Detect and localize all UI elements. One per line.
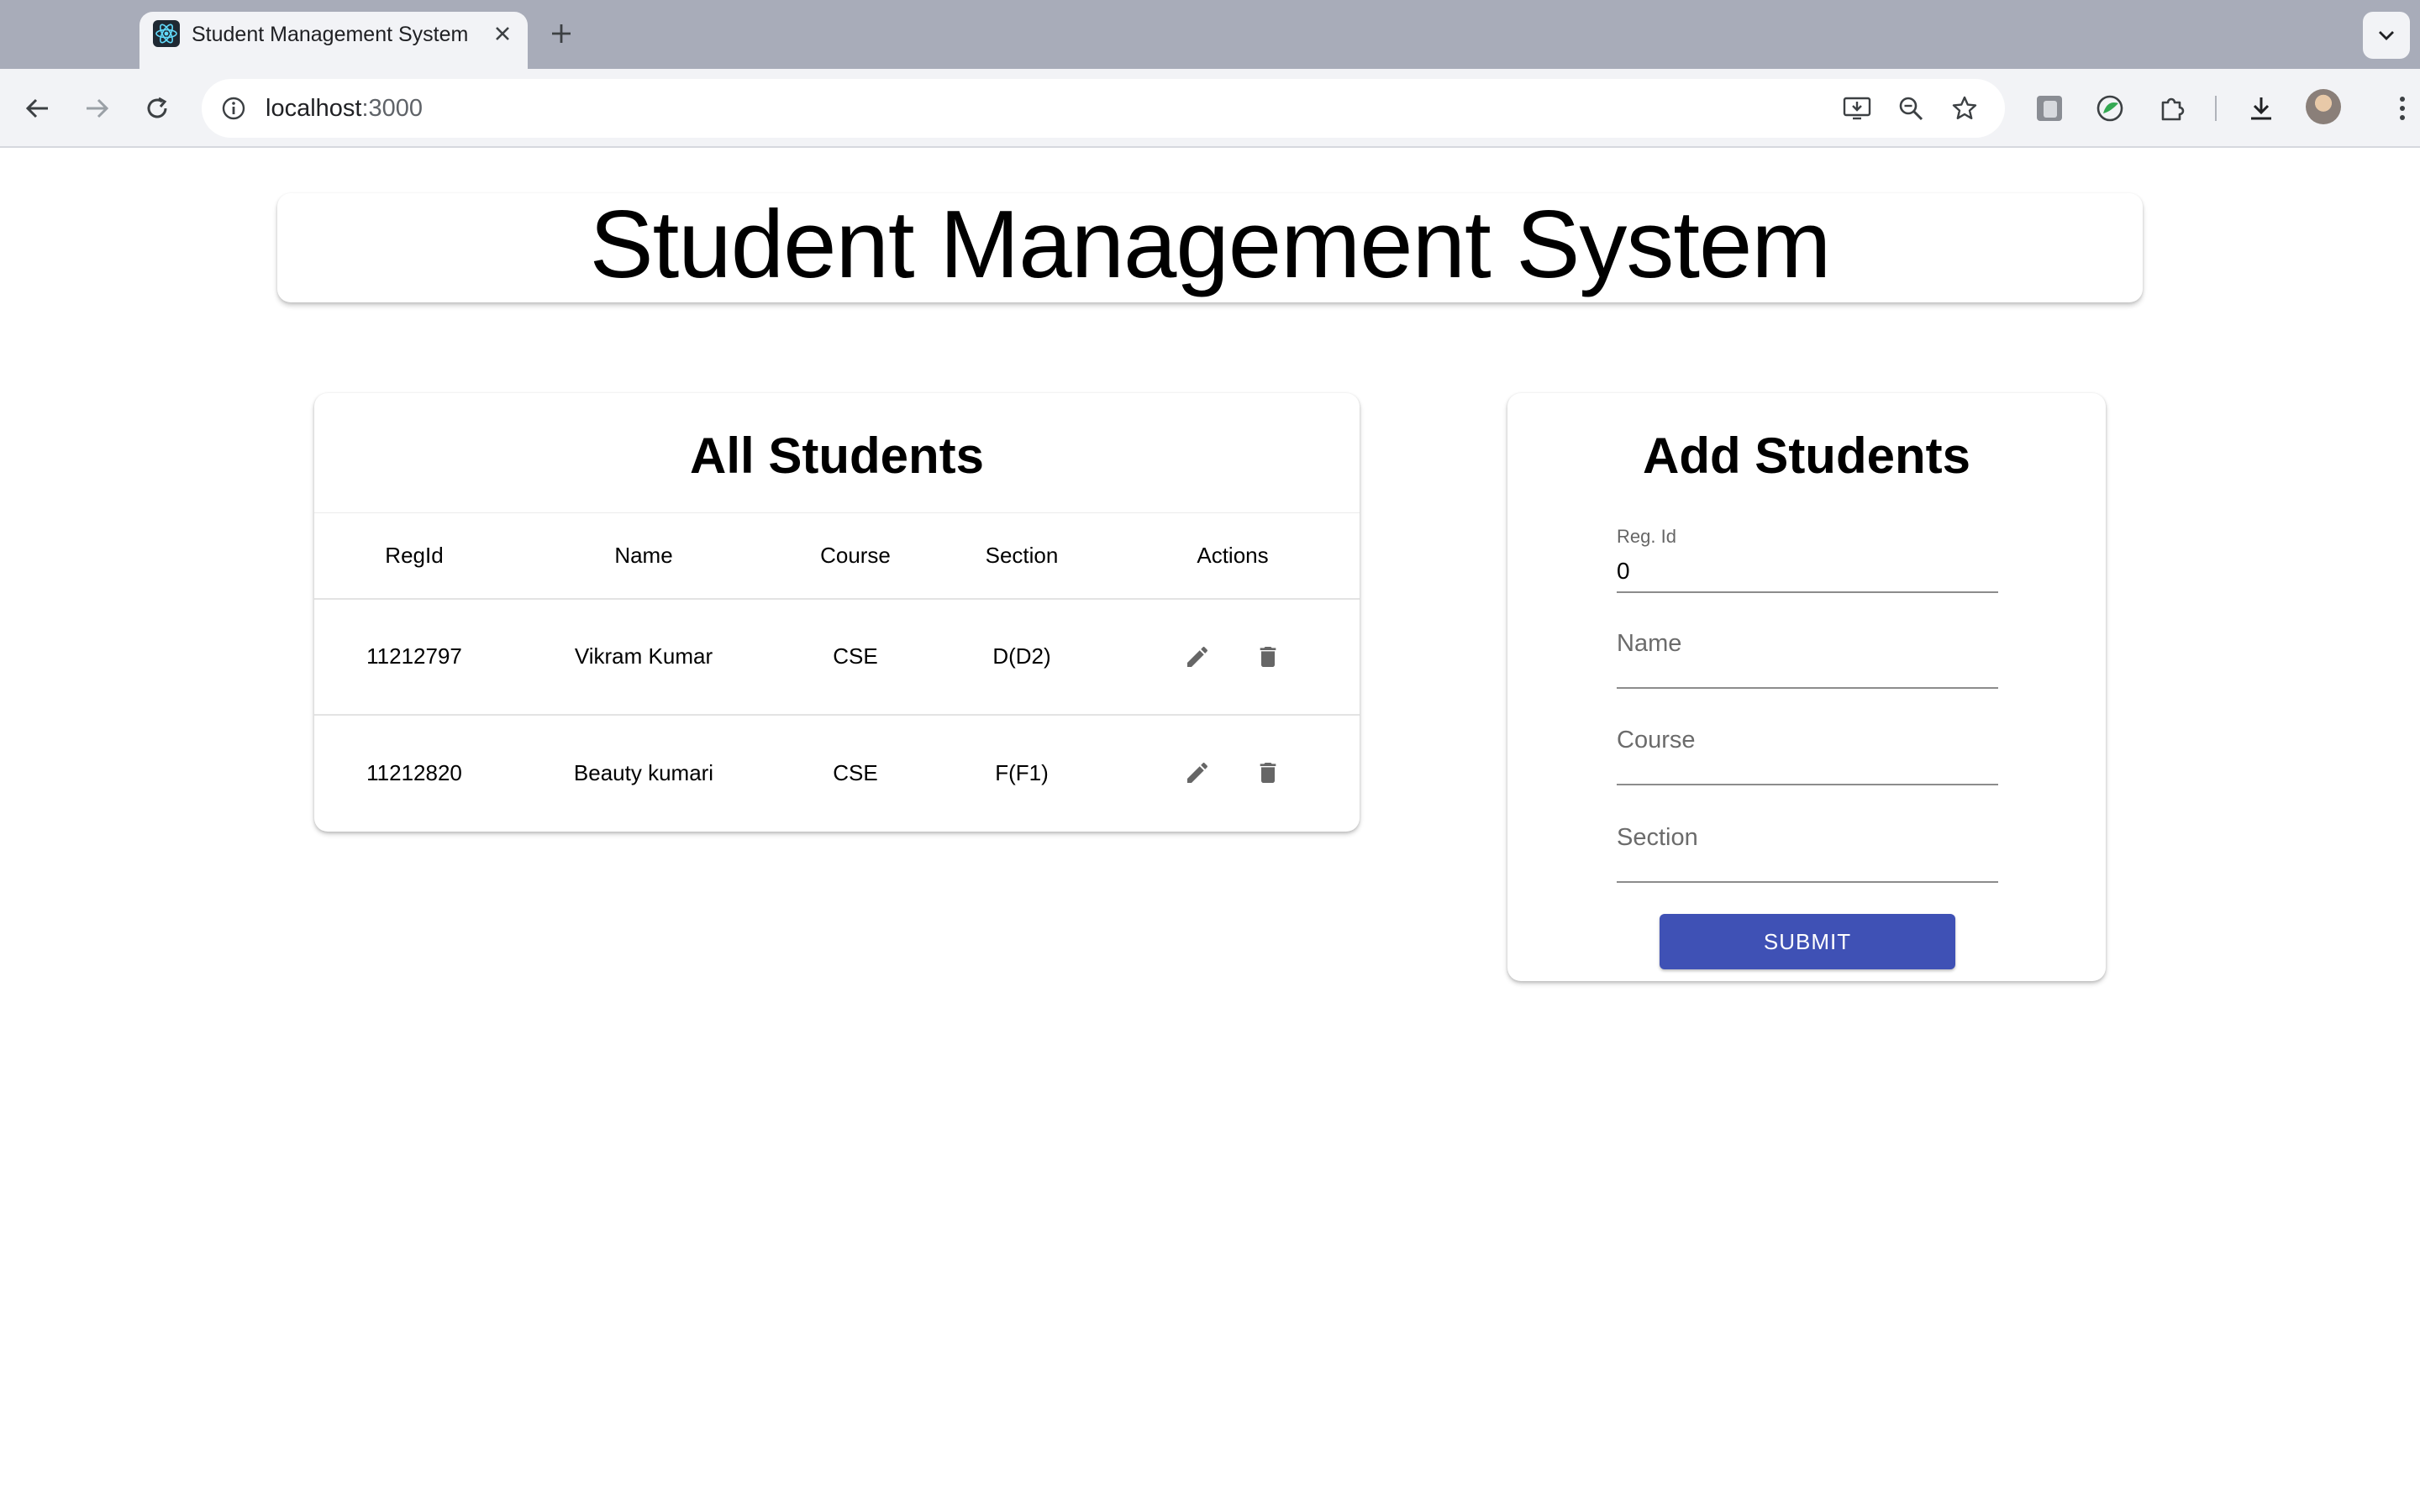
section-input[interactable]: Section [1617,824,1698,852]
address-bar[interactable]: localhost:3000 [202,79,2005,138]
reg-id-label: Reg. Id [1617,526,1676,547]
all-students-heading: All Students [689,428,984,484]
forward-arrow-icon[interactable] [76,87,118,129]
cell-section: D(D2) [938,598,1106,716]
name-input[interactable]: Name [1617,630,1681,658]
column-header-regid: RegId [314,512,514,600]
toolbar-separator [2215,96,2217,121]
column-header-name: Name [514,512,773,600]
kebab-menu-icon[interactable] [2381,87,2420,129]
url-host: localhost [266,95,362,122]
cell-course: CSE [773,598,938,716]
students-table: RegId Name Course Section Actions 112127… [314,512,1360,831]
cell-course: CSE [833,759,878,785]
browser-toolbar: localhost:3000 [0,69,2420,148]
plus-icon[interactable] [543,15,580,52]
reg-id-input[interactable]: 0 [1617,558,1630,585]
extension-1-icon[interactable] [2028,87,2070,129]
course-field[interactable]: Course [1617,718,1998,785]
cell-name: Beauty kumari [573,759,714,785]
extension-2-icon[interactable] [2089,87,2131,129]
name-underline [1617,687,1998,689]
cell-actions [1106,598,1360,716]
table-header-row: RegId Name Course Section Actions [314,512,1360,600]
add-students-heading: Add Students [1643,428,1970,484]
course-underline [1617,784,1998,785]
course-input[interactable]: Course [1617,727,1696,754]
info-icon[interactable] [213,88,254,129]
delete-trash-icon[interactable] [1243,632,1293,682]
edit-pencil-icon[interactable] [1172,748,1223,798]
reg-id-field[interactable]: Reg. Id 0 [1617,526,1998,593]
column-header-actions: Actions [1106,512,1360,600]
page-title: Student Management System [589,192,1832,298]
name-field[interactable]: Name [1617,622,1998,689]
url-port: :3000 [361,95,424,122]
column-header-course: Course [773,512,938,600]
download-icon[interactable] [2240,87,2282,129]
submit-button[interactable]: SUBMIT [1660,914,1955,969]
zoom-icon[interactable] [1891,88,1931,129]
header-card: Student Management System [277,193,2143,302]
star-icon[interactable] [1944,88,1985,129]
browser-tab[interactable]: Student Management System [139,12,528,69]
cell-actions [1106,715,1360,831]
cell-section: F(F1) [995,759,1049,785]
back-arrow-icon[interactable] [17,87,59,129]
react-icon [153,20,180,47]
reload-icon[interactable] [136,87,178,129]
table-row: 11212797 Vikram Kumar CSE D(D2) [314,598,1360,716]
install-app-icon[interactable] [1837,88,1877,129]
section-field[interactable]: Section [1617,816,1998,883]
section-underline [1617,881,1998,883]
tab-strip: Student Management System [0,0,2420,69]
edit-pencil-icon[interactable] [1172,632,1223,682]
chevron-down-icon[interactable] [2363,12,2410,59]
delete-trash-icon[interactable] [1243,748,1293,798]
puzzle-icon[interactable] [2151,87,2193,129]
page-content: Student Management System All Students R… [0,148,2420,1512]
column-header-section: Section [938,512,1106,600]
url-text[interactable]: localhost:3000 [266,95,423,123]
table-row: 11212820 Beauty kumari CSE F(F1) [314,715,1360,831]
cell-regid: 11212797 [314,598,514,716]
reg-id-underline [1617,591,1998,593]
tab-title: Student Management System [192,23,469,46]
cell-name: Vikram Kumar [514,598,773,716]
cell-regid: 11212820 [366,759,462,785]
all-students-card: All Students RegId Name Course Section A… [314,393,1360,832]
profile-avatar[interactable] [2306,89,2341,124]
close-icon[interactable] [486,17,519,50]
add-students-card: Add Students Reg. Id 0 Name Course Secti… [1507,393,2106,981]
